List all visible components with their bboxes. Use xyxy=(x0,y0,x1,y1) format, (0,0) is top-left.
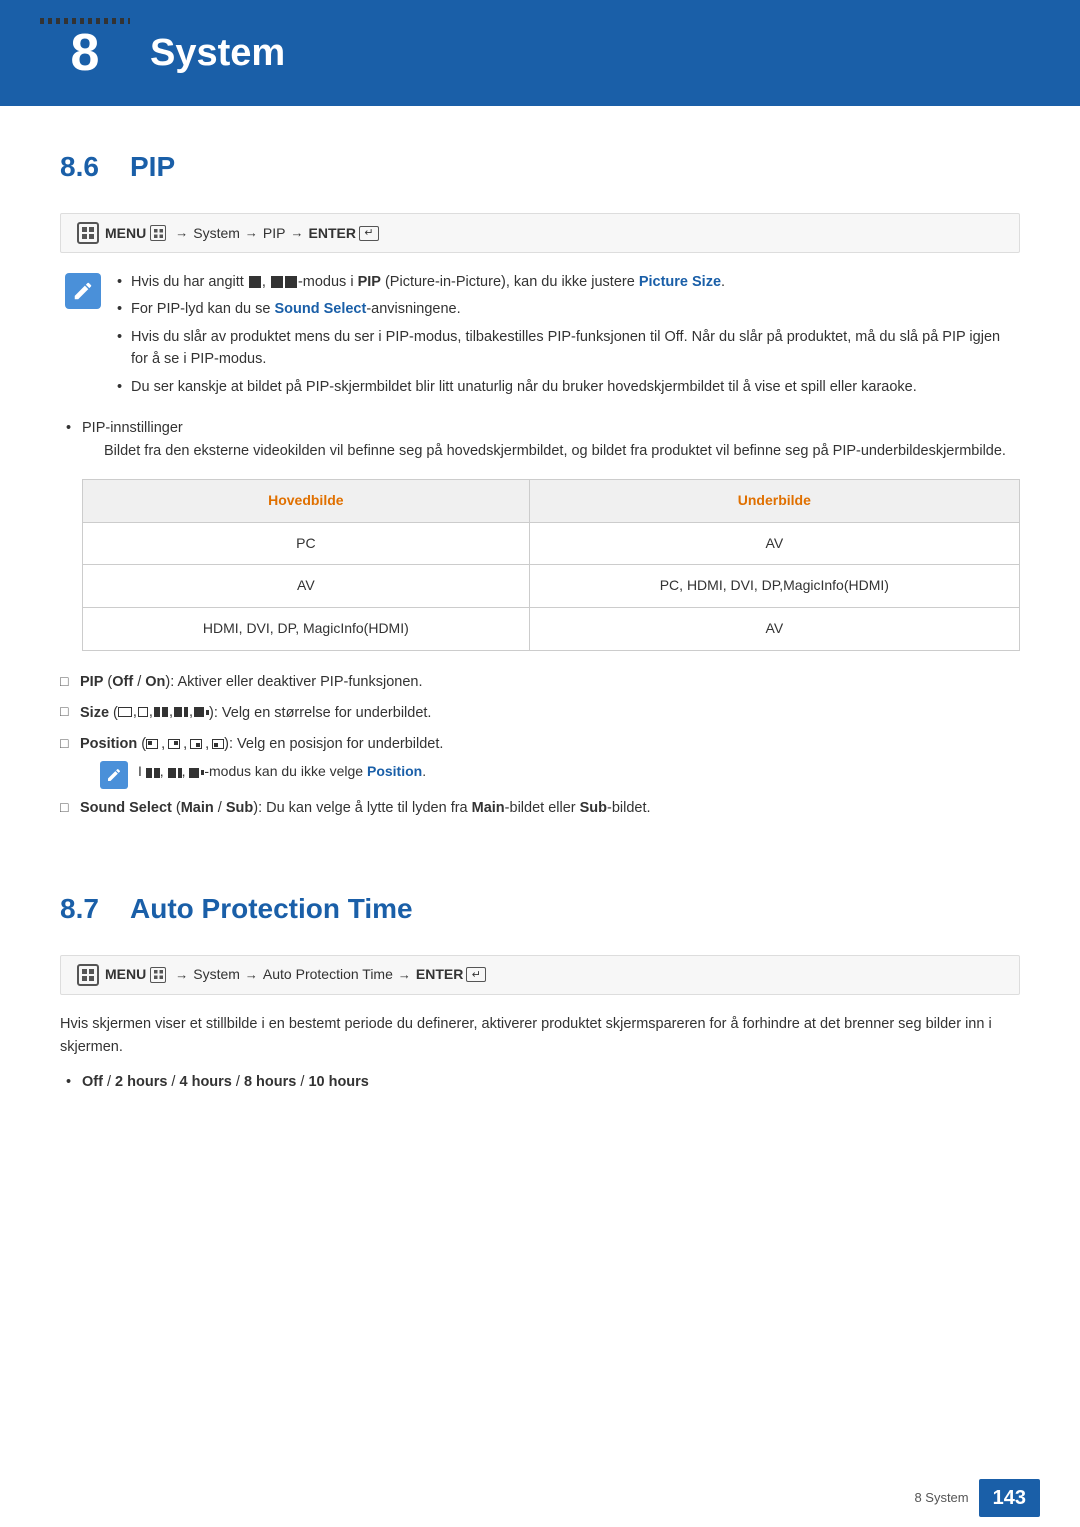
table-cell: PC xyxy=(83,522,530,565)
apt-arrow-3: → xyxy=(398,965,411,985)
pip-on-label: On xyxy=(145,674,165,690)
table-cell: AV xyxy=(529,522,1019,565)
apt-enter-icon: ↵ xyxy=(466,967,486,982)
menu-system: System xyxy=(193,223,240,244)
note-content: Hvis du har angitt , -modus i PIP (Pictu… xyxy=(113,271,1020,403)
apt-options-bullet: Off / 2 hours / 4 hours / 8 hours / 10 h… xyxy=(60,1071,1020,1093)
sq-icon-single xyxy=(249,276,261,288)
pip-bold: PIP xyxy=(358,274,381,290)
menu-icon xyxy=(77,222,99,244)
section-apt-title: Auto Protection Time xyxy=(130,888,413,930)
apt-options-list: Off / 2 hours / 4 hours / 8 hours / 10 h… xyxy=(60,1071,1020,1093)
section-pip-number: 8.6 xyxy=(60,146,130,188)
main-content: 8.6 PIP MENU → System → PIP → ENTER ↵ xyxy=(0,146,1080,1094)
pip-note-box: Hvis du har angitt , -modus i PIP (Pictu… xyxy=(60,271,1020,403)
enter-icon: ↵ xyxy=(359,226,379,241)
section-apt-heading: 8.7 Auto Protection Time xyxy=(60,888,1020,930)
apt-10h: 10 hours xyxy=(308,1074,368,1090)
footer-page-number: 143 xyxy=(979,1479,1040,1517)
pip-sq-label-position: Position xyxy=(80,736,137,752)
apt-menu-grid-icon xyxy=(150,967,166,983)
menu-label: MENU xyxy=(105,223,146,244)
table-header-col1: Hovedbilde xyxy=(83,480,530,523)
pip-settings-bullet: PIP-innstillinger Bildet fra den ekstern… xyxy=(60,417,1020,650)
pip-sq-bullet-sound: Sound Select (Main / Sub): Du kan velge … xyxy=(60,797,1020,819)
note-bullet-3: Hvis du slår av produktet mens du ser i … xyxy=(113,326,1020,371)
section-apt-number: 8.7 xyxy=(60,888,130,930)
table-row: PC AV xyxy=(83,522,1020,565)
table-cell: AV xyxy=(529,608,1019,651)
footer-section-label: 8 System xyxy=(914,1488,968,1508)
table-cell: HDMI, DVI, DP, MagicInfo(HDMI) xyxy=(83,608,530,651)
subnote-text: I , , -modus kan du ikke velge Position. xyxy=(138,761,426,782)
section-pip-heading: 8.6 PIP xyxy=(60,146,1020,188)
note-bullet-2: For PIP-lyd kan du se Sound Select-anvis… xyxy=(113,298,1020,320)
apt-4h: 4 hours xyxy=(180,1074,232,1090)
pip-sq-bullet-pip: PIP (Off / On): Aktiver eller deaktiver … xyxy=(60,671,1020,693)
subnote-pencil-icon xyxy=(100,761,128,789)
pip-menu-path: MENU → System → PIP → ENTER ↵ xyxy=(60,213,1020,253)
chapter-title: System xyxy=(150,25,285,82)
apt-arrow-2: → xyxy=(245,965,258,985)
apt-menu-system: System xyxy=(193,964,240,985)
page-footer: 8 System 143 xyxy=(0,1469,1080,1527)
sound-select-label: Sound Select xyxy=(274,301,366,317)
arrow-1: → xyxy=(175,223,188,243)
sound-sub-label: Sub xyxy=(226,800,253,816)
pip-off-label: Off xyxy=(112,674,133,690)
chapter-header: 8 System xyxy=(0,0,1080,106)
menu-pip: PIP xyxy=(263,223,286,244)
table-row: HDMI, DVI, DP, MagicInfo(HDMI) AV xyxy=(83,608,1020,651)
pip-sq-label-sound: Sound Select xyxy=(80,800,172,816)
main-bold: Main xyxy=(472,800,505,816)
sq-icon-double1 xyxy=(271,276,283,288)
pip-sq-label-size: Size xyxy=(80,705,109,721)
apt-enter-label: ENTER xyxy=(416,964,463,985)
apt-menu-icon xyxy=(77,964,99,986)
apt-menu-label: MENU xyxy=(105,964,146,985)
arrow-3: → xyxy=(291,223,304,243)
apt-menu-item: Auto Protection Time xyxy=(263,964,393,985)
pip-settings-desc: Bildet fra den eksterne videokilden vil … xyxy=(104,440,1020,463)
table-row: AV PC, HDMI, DVI, DP,MagicInfo(HDMI) xyxy=(83,565,1020,608)
pip-sq-bullet-position: Position ( , , , ): Velg en posisjon for… xyxy=(60,733,1020,790)
pip-main-bullets: PIP-innstillinger Bildet fra den ekstern… xyxy=(60,417,1020,650)
apt-8h: 8 hours xyxy=(244,1074,296,1090)
pip-table: Hovedbilde Underbilde PC AV AV PC, HDMI,… xyxy=(82,479,1020,651)
sound-main-label: Main xyxy=(181,800,214,816)
apt-menu-path: MENU → System → Auto Protection Time → E… xyxy=(60,955,1020,995)
note-bullet-4: Du ser kanskje at bildet på PIP-skjermbi… xyxy=(113,376,1020,398)
table-cell: AV xyxy=(83,565,530,608)
apt-description: Hvis skjermen viser et stillbilde i en b… xyxy=(60,1013,1020,1059)
apt-arrow-1: → xyxy=(175,965,188,985)
table-header-col2: Underbilde xyxy=(529,480,1019,523)
pip-sq-bullet-size: Size ( , , , , ): Velg en størrelse for … xyxy=(60,701,1020,725)
apt-off: Off xyxy=(82,1074,103,1090)
section-pip-title: PIP xyxy=(130,146,175,188)
apt-2h: 2 hours xyxy=(115,1074,167,1090)
pip-sq-bullets: PIP (Off / On): Aktiver eller deaktiver … xyxy=(60,671,1020,820)
position-subnote: I , , -modus kan du ikke velge Position. xyxy=(100,761,1020,789)
pip-settings-label: PIP-innstillinger xyxy=(82,420,183,436)
menu-grid-icon xyxy=(150,225,166,241)
note-bullets-list: Hvis du har angitt , -modus i PIP (Pictu… xyxy=(113,271,1020,398)
spacer-1 xyxy=(60,828,1020,868)
note-bullet-1: Hvis du har angitt , -modus i PIP (Pictu… xyxy=(113,271,1020,293)
menu-enter-label: ENTER xyxy=(309,223,356,244)
table-cell: PC, HDMI, DVI, DP,MagicInfo(HDMI) xyxy=(529,565,1019,608)
chapter-number: 8 xyxy=(40,18,130,88)
page: 8 System 8.6 PIP MENU → System → PIP → E… xyxy=(0,0,1080,1527)
sub-bold: Sub xyxy=(580,800,607,816)
sq-icon-double2 xyxy=(285,276,297,288)
pip-sq-label-pip: PIP xyxy=(80,674,103,690)
note-pencil-icon xyxy=(65,273,101,309)
position-blue-label: Position xyxy=(367,763,422,779)
arrow-2: → xyxy=(245,223,258,243)
picture-size-label: Picture Size xyxy=(639,274,721,290)
